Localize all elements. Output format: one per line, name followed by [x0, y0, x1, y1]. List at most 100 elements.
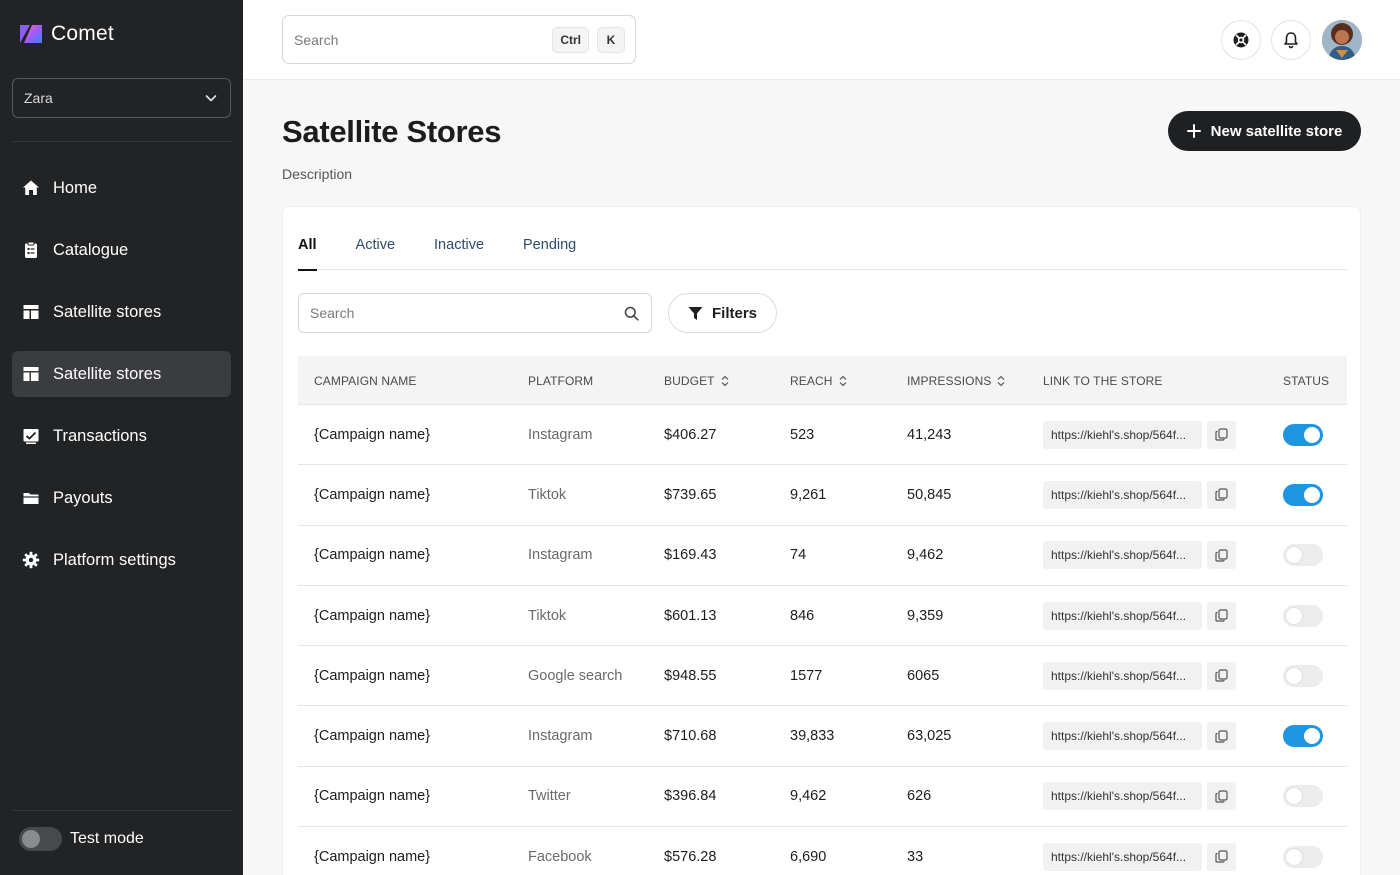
workspace-select[interactable]: Zara [12, 78, 231, 118]
chart-check-icon [22, 427, 40, 445]
test-mode-toggle[interactable] [19, 827, 62, 851]
copy-link-button[interactable] [1207, 480, 1236, 509]
tab-inactive[interactable]: Inactive [434, 237, 484, 270]
sidebar-item-payouts[interactable]: Payouts [12, 475, 231, 521]
status-toggle[interactable] [1283, 845, 1323, 868]
status-cell [1283, 586, 1323, 645]
status-cell [1283, 405, 1323, 464]
shortcut-key-ctrl: Ctrl [552, 26, 589, 53]
store-link[interactable]: https://kiehl's.shop/564f... [1043, 722, 1202, 751]
table-search-input[interactable] [310, 305, 624, 321]
store-link-cell: https://kiehl's.shop/564f... [1043, 706, 1236, 765]
copy-link-button[interactable] [1207, 420, 1236, 449]
copy-icon [1215, 669, 1228, 682]
sidebar-item-label: Platform settings [53, 550, 176, 569]
reach-cell: 523 [790, 426, 815, 443]
status-toggle[interactable] [1283, 785, 1323, 808]
campaign-name-cell[interactable]: {Campaign name} [314, 827, 430, 875]
status-toggle[interactable] [1283, 604, 1323, 627]
column-label: IMPRESSIONS [907, 373, 992, 388]
status-cell [1283, 646, 1323, 705]
column-header-impressions[interactable]: IMPRESSIONS [907, 356, 1005, 405]
status-cell [1283, 827, 1323, 875]
copy-link-button[interactable] [1207, 541, 1236, 570]
column-header-link: LINK TO THE STORE [1043, 356, 1163, 405]
reach-cell: 6,690 [790, 848, 827, 865]
status-toggle[interactable] [1283, 544, 1323, 567]
sidebar-item-label: Satellite stores [53, 364, 162, 383]
campaign-name-cell[interactable]: {Campaign name} [314, 405, 430, 464]
budget-cell: $601.13 [664, 607, 717, 624]
status-toggle[interactable] [1283, 483, 1323, 506]
table-row: {Campaign name} Instagram $406.27 523 41… [298, 405, 1347, 466]
table-row: {Campaign name} Twitter $396.84 9,462 62… [298, 767, 1347, 828]
campaign-name-cell[interactable]: {Campaign name} [314, 706, 430, 765]
tab-active[interactable]: Active [356, 237, 396, 270]
copy-icon [1215, 790, 1228, 803]
user-avatar[interactable] [1322, 20, 1362, 60]
impressions-cell: 41,243 [907, 426, 952, 443]
column-header-status: STATUS [1283, 356, 1329, 405]
global-search-input[interactable] [294, 31, 545, 48]
store-link-cell: https://kiehl's.shop/564f... [1043, 586, 1236, 645]
copy-link-button[interactable] [1207, 661, 1236, 690]
store-link[interactable]: https://kiehl's.shop/564f... [1043, 661, 1202, 690]
sidebar-divider [12, 810, 231, 811]
reach-cell: 9,261 [790, 486, 827, 503]
sidebar-item-transactions[interactable]: Transactions [12, 413, 231, 459]
status-toggle[interactable] [1283, 664, 1323, 687]
sidebar-item-label: Payouts [53, 488, 113, 507]
store-link[interactable]: https://kiehl's.shop/564f... [1043, 842, 1202, 871]
impressions-cell: 63,025 [907, 728, 952, 745]
sidebar-nav: Home Catalogue Satellite stores Satellit… [12, 165, 231, 599]
sidebar-item-home[interactable]: Home [12, 165, 231, 211]
folder-icon [22, 489, 40, 507]
sidebar-item-label: Home [53, 178, 98, 197]
store-link[interactable]: https://kiehl's.shop/564f... [1043, 480, 1202, 509]
sidebar-item-satellite-stores[interactable]: Satellite stores [12, 289, 231, 335]
status-toggle[interactable] [1283, 725, 1323, 748]
copy-link-button[interactable] [1207, 782, 1236, 811]
store-link[interactable]: https://kiehl's.shop/564f... [1043, 601, 1202, 630]
copy-link-button[interactable] [1207, 842, 1236, 871]
help-button[interactable] [1221, 20, 1261, 60]
sidebar-item-catalogue[interactable]: Catalogue [12, 227, 231, 273]
copy-link-button[interactable] [1207, 601, 1236, 630]
store-link[interactable]: https://kiehl's.shop/564f... [1043, 541, 1202, 570]
global-search[interactable]: Ctrl K [282, 15, 636, 64]
store-link[interactable]: https://kiehl's.shop/564f... [1043, 782, 1202, 811]
campaign-name-cell[interactable]: {Campaign name} [314, 526, 430, 585]
table-search[interactable] [298, 293, 652, 333]
sidebar-item-satellite-stores-active[interactable]: Satellite stores [12, 351, 231, 397]
campaign-name-cell[interactable]: {Campaign name} [314, 646, 430, 705]
notifications-button[interactable] [1271, 20, 1311, 60]
platform-cell: Facebook [528, 848, 592, 865]
column-label: REACH [790, 373, 833, 388]
status-cell [1283, 767, 1323, 826]
platform-cell: Twitter [528, 788, 571, 805]
copy-link-button[interactable] [1207, 722, 1236, 751]
reach-cell: 74 [790, 547, 807, 564]
column-label: LINK TO THE STORE [1043, 373, 1163, 388]
filters-button[interactable]: Filters [668, 293, 777, 333]
copy-icon [1215, 850, 1228, 863]
column-header-budget[interactable]: BUDGET [664, 356, 729, 405]
impressions-cell: 626 [907, 788, 932, 805]
test-mode: Test mode [19, 827, 144, 851]
column-header-reach[interactable]: REACH [790, 356, 847, 405]
sidebar-item-platform-settings[interactable]: Platform settings [12, 537, 231, 583]
campaign-name-cell[interactable]: {Campaign name} [314, 767, 430, 826]
shortcut-key-k: K [597, 26, 625, 53]
copy-icon [1215, 428, 1228, 441]
tab-all[interactable]: All [298, 237, 317, 271]
avatar-image [1322, 20, 1362, 60]
app-logo[interactable]: Comet [19, 22, 114, 46]
tab-pending[interactable]: Pending [523, 237, 576, 270]
campaign-name-cell[interactable]: {Campaign name} [314, 586, 430, 645]
campaign-name-cell[interactable]: {Campaign name} [314, 465, 430, 524]
store-link[interactable]: https://kiehl's.shop/564f... [1043, 420, 1202, 449]
new-satellite-store-button[interactable]: New satellite store [1168, 111, 1361, 151]
column-label: BUDGET [664, 373, 715, 388]
status-toggle[interactable] [1283, 423, 1323, 446]
sidebar-divider [12, 141, 231, 142]
